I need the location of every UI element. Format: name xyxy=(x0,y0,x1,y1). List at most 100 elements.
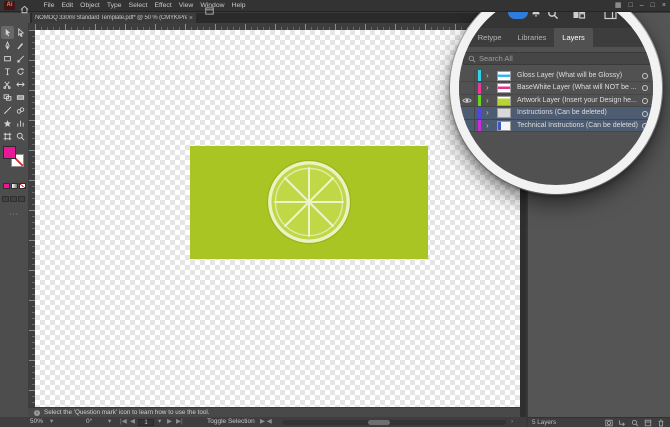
edit-toolbar-button[interactable]: ··· xyxy=(0,211,28,218)
zoom-dropdown-icon[interactable]: ▾ xyxy=(50,417,53,427)
minimize-button[interactable]: – xyxy=(640,0,644,12)
fill-color-swatch[interactable] xyxy=(3,146,16,159)
symbol-sprayer-tool[interactable] xyxy=(1,117,14,130)
zoom-tool[interactable] xyxy=(14,130,27,143)
close-tab-icon[interactable]: × xyxy=(189,15,193,22)
locate-object-icon[interactable] xyxy=(631,419,639,427)
expand-chevron-icon[interactable]: › xyxy=(486,107,489,119)
layer-name[interactable]: Technical Instructions (Can be deleted) xyxy=(517,120,638,133)
type-tool[interactable] xyxy=(1,65,14,78)
expand-chevron-icon[interactable]: › xyxy=(486,95,489,107)
layer-row[interactable]: › Technical Instructions (Can be deleted) xyxy=(459,120,662,133)
gradient-tool[interactable] xyxy=(14,91,27,104)
menu-file[interactable]: File xyxy=(40,0,58,12)
expand-chevron-icon[interactable]: › xyxy=(486,70,489,82)
column-graph-tool[interactable] xyxy=(14,117,27,130)
draw-normal-button[interactable] xyxy=(2,196,9,202)
label-artwork[interactable] xyxy=(190,146,428,259)
layer-row[interactable]: › Instructions (Can be deleted) xyxy=(459,107,662,120)
expand-chevron-icon[interactable]: › xyxy=(486,82,489,94)
layer-thumbnail[interactable] xyxy=(497,121,511,131)
visibility-toggle[interactable] xyxy=(459,120,475,132)
last-artboard-icon[interactable]: ▶| xyxy=(176,417,183,427)
layer-name[interactable]: BaseWhite Layer (What will NOT be ... xyxy=(517,82,637,95)
layer-name[interactable]: Instructions (Can be deleted) xyxy=(517,107,607,120)
app-logo-icon[interactable]: Ai xyxy=(4,1,15,10)
horizontal-scrollbar[interactable] xyxy=(282,420,506,425)
rotate-tool[interactable] xyxy=(14,65,27,78)
shape-builder-tool[interactable] xyxy=(1,91,14,104)
panel-tab-retype[interactable]: Retype xyxy=(470,28,510,47)
width-tool[interactable] xyxy=(14,78,27,91)
first-artboard-icon[interactable]: |◀ xyxy=(120,417,127,427)
ruler-corner[interactable] xyxy=(28,23,35,30)
grid-layout-icon[interactable]: ▦ xyxy=(615,0,622,12)
arrange-documents-icon[interactable] xyxy=(205,2,214,20)
visibility-toggle[interactable] xyxy=(459,82,475,94)
rotation-value[interactable]: 0° xyxy=(86,417,92,427)
prev-artboard-icon[interactable]: ◀ xyxy=(130,417,135,427)
visibility-toggle[interactable] xyxy=(459,107,475,119)
layer-target-icon[interactable] xyxy=(642,111,648,117)
pencil-tool[interactable] xyxy=(14,52,27,65)
blend-tool[interactable] xyxy=(14,104,27,117)
layer-target-icon[interactable] xyxy=(642,98,648,104)
artboard-dropdown-icon[interactable]: ▾ xyxy=(158,417,161,427)
next-artboard-icon[interactable]: ▶ xyxy=(167,417,172,427)
pen-tool[interactable] xyxy=(1,39,14,52)
horizontal-scrollbar-thumb[interactable] xyxy=(368,420,390,425)
visibility-eye-icon[interactable] xyxy=(459,95,475,107)
menu-edit[interactable]: Edit xyxy=(58,0,77,12)
workspace-icon[interactable]: □ xyxy=(629,0,633,12)
vertical-ruler[interactable] xyxy=(28,30,35,407)
layer-row[interactable]: › BaseWhite Layer (What will NOT be ... xyxy=(459,82,662,95)
restore-button[interactable]: □ xyxy=(651,0,655,12)
make-clipping-mask-icon[interactable] xyxy=(605,419,613,427)
layer-row[interactable]: › Gloss Layer (What will be Glossy) xyxy=(459,70,662,83)
menu-view[interactable]: View xyxy=(175,0,197,12)
layer-thumbnail[interactable] xyxy=(497,71,511,81)
layer-target-icon[interactable] xyxy=(642,73,648,79)
new-sublayer-icon[interactable] xyxy=(618,419,626,427)
layer-name[interactable]: Artwork Layer (Insert your Design he... xyxy=(517,95,637,108)
panel-tab-layers[interactable]: Layers xyxy=(554,28,593,47)
menu-object[interactable]: Object xyxy=(77,0,104,12)
artboard-number-field[interactable]: 1 xyxy=(138,419,154,426)
scissors-tool[interactable] xyxy=(1,78,14,91)
eyedropper-tool[interactable] xyxy=(1,104,14,117)
layer-target-icon[interactable] xyxy=(642,85,648,91)
panel-tab-s[interactable]: s xyxy=(459,28,470,47)
status-collapse-icons[interactable]: ▶ ◀ xyxy=(260,417,272,427)
menu-effect[interactable]: Effect xyxy=(151,0,175,12)
draw-behind-button[interactable] xyxy=(10,196,17,202)
home-icon[interactable] xyxy=(20,1,29,19)
layer-name[interactable]: Gloss Layer (What will be Glossy) xyxy=(517,70,622,83)
layer-row[interactable]: › Artwork Layer (Insert your Design he... xyxy=(459,95,662,108)
close-button[interactable]: × xyxy=(662,0,666,12)
layer-thumbnail[interactable] xyxy=(497,96,511,106)
selection-tool[interactable] xyxy=(1,26,14,39)
new-layer-icon[interactable] xyxy=(644,419,652,427)
panel-tab-libraries[interactable]: Libraries xyxy=(510,28,555,47)
status-readout[interactable]: Toggle Selection xyxy=(207,417,255,427)
none-mode-button[interactable] xyxy=(19,183,26,189)
color-mode-button[interactable] xyxy=(3,183,10,189)
layer-thumbnail[interactable] xyxy=(497,108,511,118)
direct-selection-tool[interactable] xyxy=(14,26,27,39)
rectangle-tool[interactable] xyxy=(1,52,14,65)
document-tab[interactable]: NOMOQ 330ml Standard Template.pdf* @ 50 … xyxy=(32,13,196,23)
paintbrush-tool[interactable] xyxy=(14,39,27,52)
menu-select[interactable]: Select xyxy=(125,0,151,12)
menu-help[interactable]: Help xyxy=(228,0,249,12)
expand-chevron-icon[interactable]: › xyxy=(486,120,489,132)
visibility-toggle[interactable] xyxy=(459,70,475,82)
delete-layer-icon[interactable] xyxy=(657,419,665,427)
zoom-level[interactable]: 50% xyxy=(30,417,43,427)
rotation-dropdown-icon[interactable]: ▾ xyxy=(108,417,111,427)
search-all-input[interactable]: Search All xyxy=(463,52,651,65)
horizontal-ruler[interactable] xyxy=(35,23,520,30)
gradient-mode-button[interactable] xyxy=(11,183,18,189)
scroll-right-icon[interactable]: › xyxy=(511,417,513,427)
layer-thumbnail[interactable] xyxy=(497,83,511,93)
layer-target-icon[interactable] xyxy=(642,123,648,129)
